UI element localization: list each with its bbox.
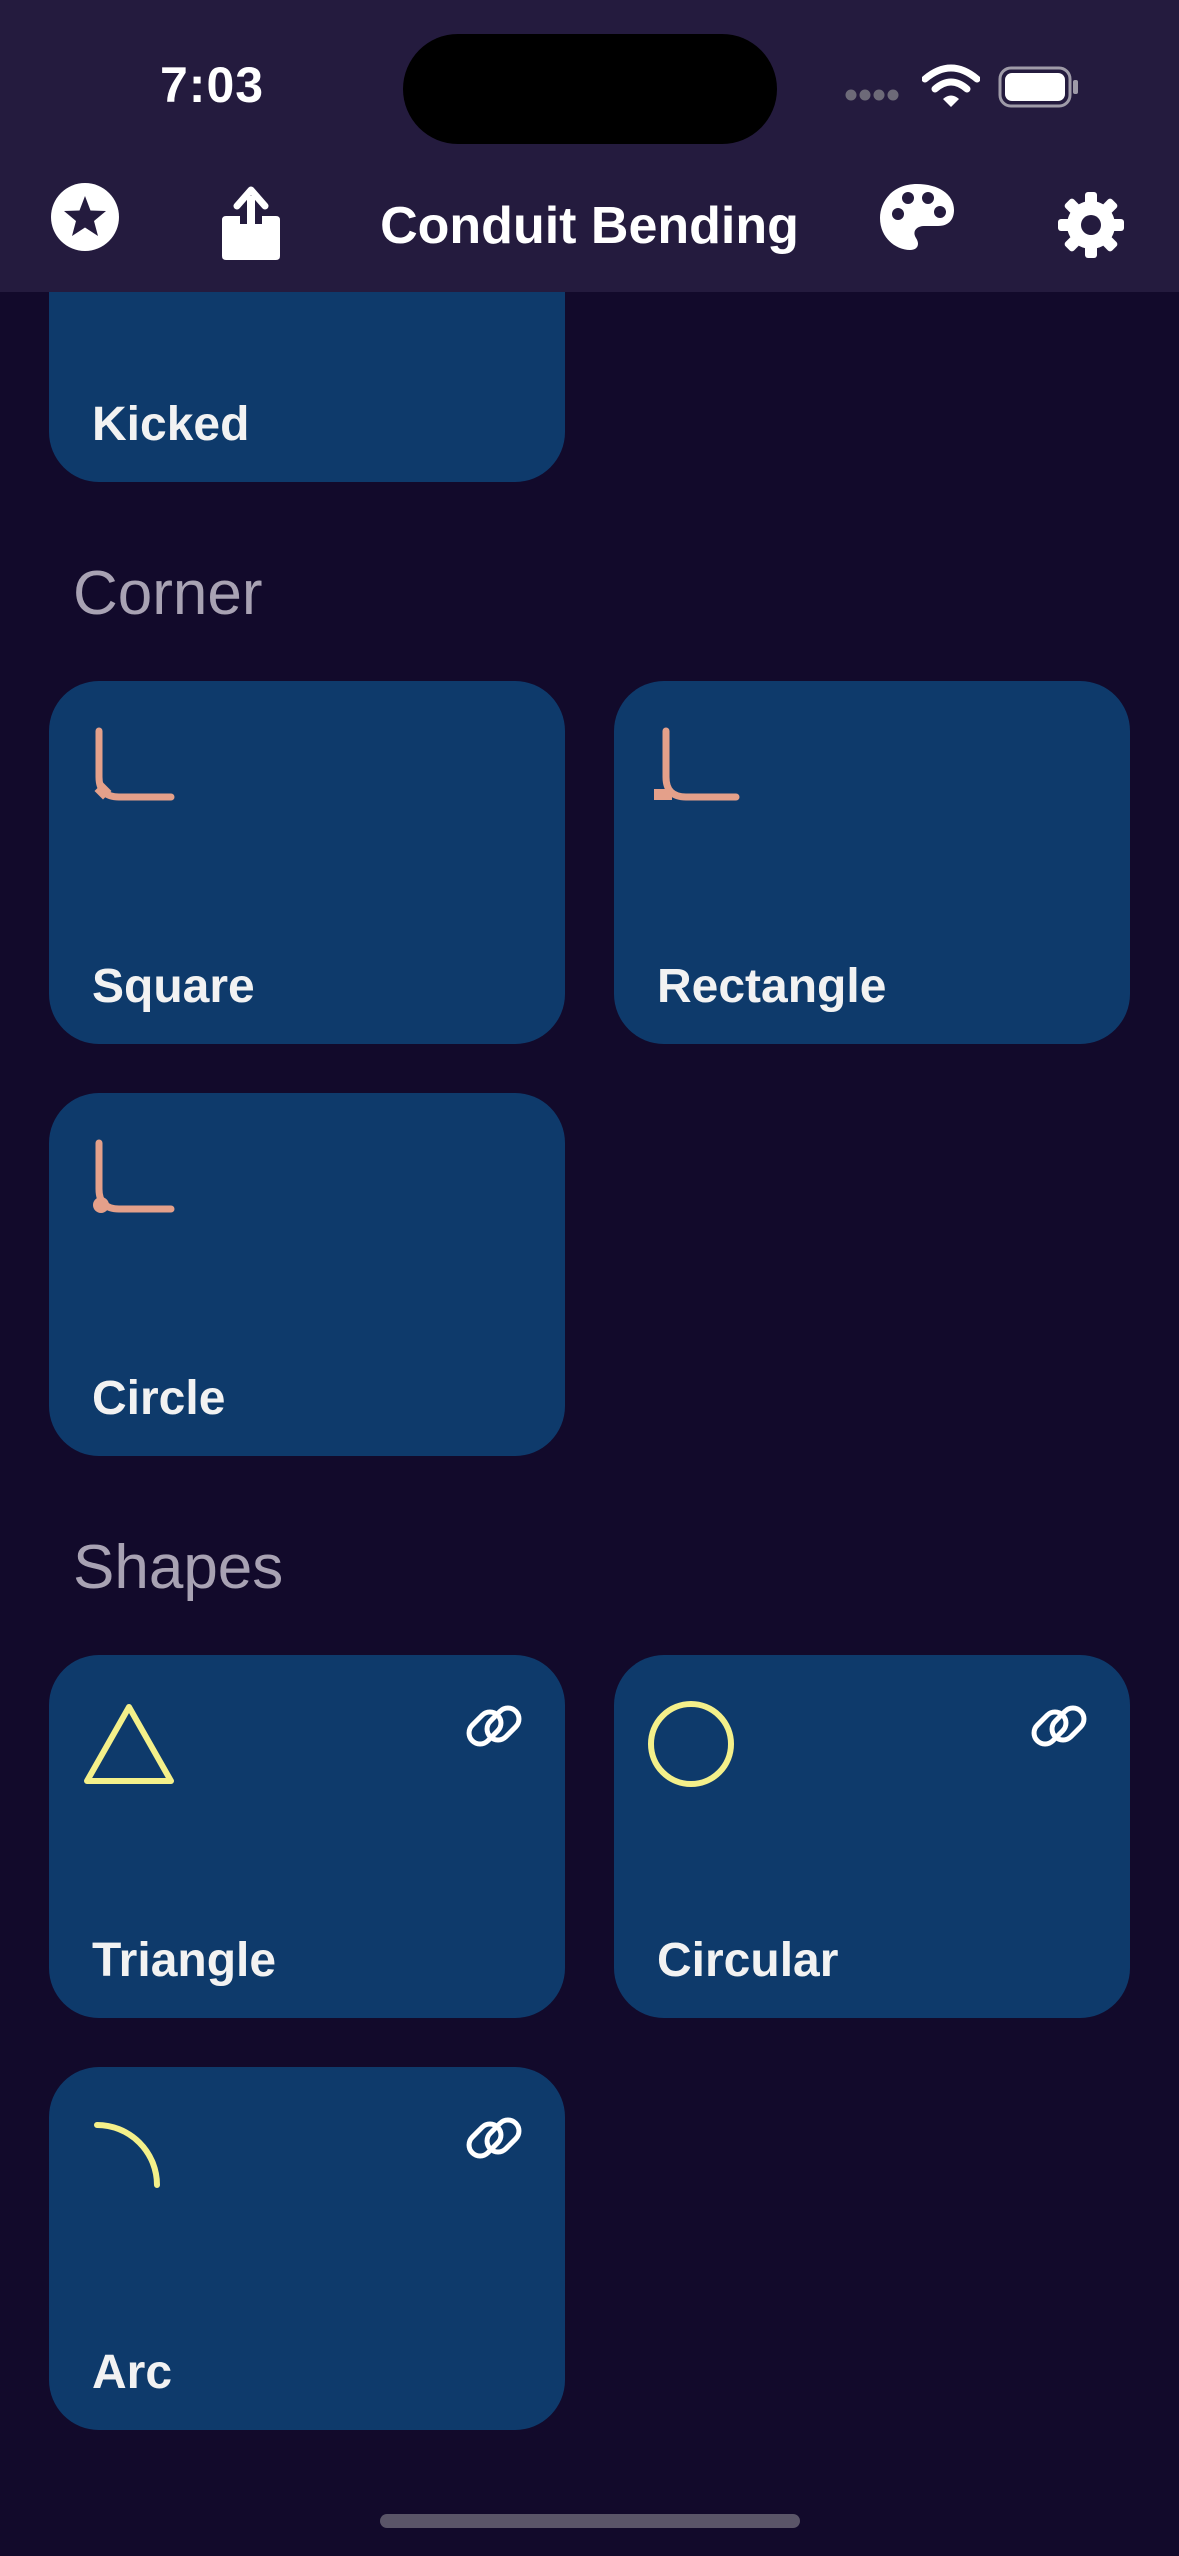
card-label: Kicked [92, 398, 250, 451]
card-rectangle[interactable]: Rectangle [614, 681, 1130, 1044]
card-square[interactable]: Square [49, 681, 565, 1044]
dynamic-island [403, 34, 777, 144]
section-title-corner: Corner [73, 559, 263, 628]
card-label: Arc [92, 2346, 173, 2399]
status-time: 7:03 [160, 57, 265, 113]
square-corner-icon [94, 727, 175, 801]
card-label: Square [92, 960, 255, 1013]
card-triangle[interactable]: Triangle [49, 1655, 565, 2018]
circle-corner-icon [93, 1139, 175, 1213]
settings-gear-icon[interactable] [1056, 190, 1126, 260]
nav-title: Conduit Bending [380, 197, 799, 255]
arc-icon [94, 2122, 160, 2188]
section-title-shapes: Shapes [73, 1533, 284, 1602]
triangle-icon [84, 1704, 174, 1784]
header-content: 7:03 Conduit Bending [0, 0, 1179, 292]
link-icon[interactable] [461, 2105, 527, 2171]
circle-icon [648, 1701, 734, 1787]
card-label: Circle [92, 1372, 226, 1425]
card-arc[interactable]: Arc [49, 2067, 565, 2430]
card-circle[interactable]: Circle [49, 1093, 565, 1456]
battery-icon [998, 66, 1078, 108]
link-icon[interactable] [1026, 1693, 1092, 1759]
card-label: Rectangle [657, 960, 887, 1013]
cellular-signal-icon [845, 89, 899, 101]
link-icon[interactable] [461, 1693, 527, 1759]
home-indicator[interactable] [380, 2514, 800, 2528]
rectangle-corner-icon [654, 727, 740, 801]
palette-icon[interactable] [878, 182, 956, 252]
card-label: Circular [657, 1934, 839, 1987]
wifi-icon [922, 64, 980, 107]
card-circular[interactable]: Circular [614, 1655, 1130, 2018]
card-label: Triangle [92, 1934, 277, 1987]
